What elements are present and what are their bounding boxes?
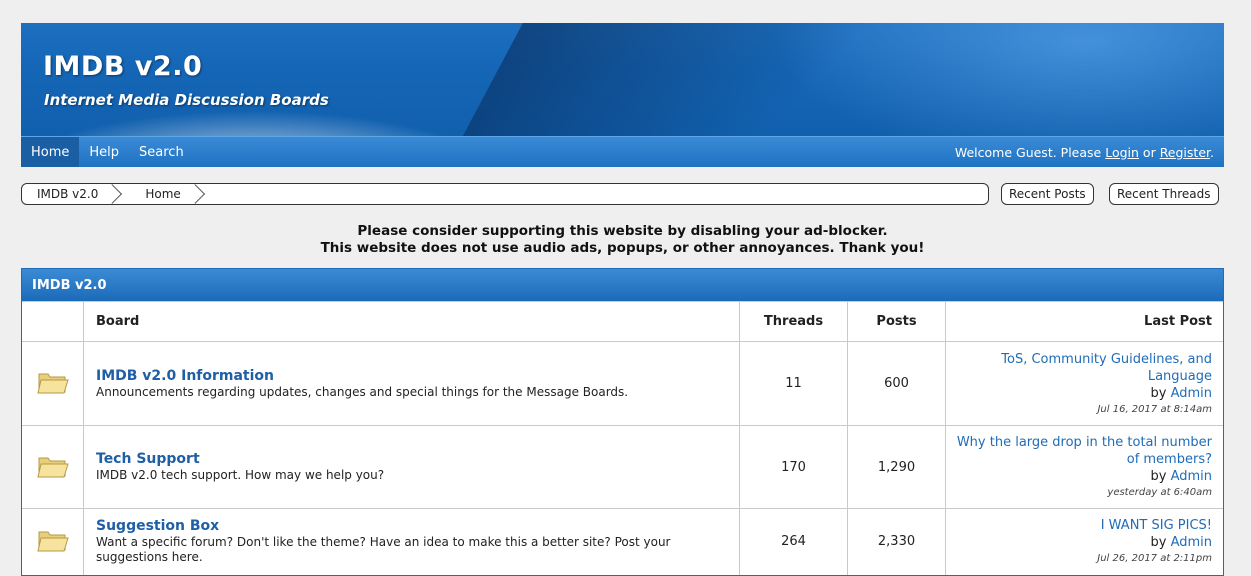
board-description: IMDB v2.0 tech support. How may we help … (96, 468, 385, 482)
notice-line-2: This website does not use audio ads, pop… (320, 240, 925, 256)
table-header-row: Board Threads Posts Last Post (22, 301, 1223, 342)
last-post-link[interactable]: ToS, Community Guidelines, and Language (947, 351, 1212, 385)
adblock-notice: Please consider supporting this website … (21, 223, 1224, 257)
nav-item-home[interactable]: Home (21, 137, 80, 167)
post-count: 1,290 (847, 425, 946, 509)
board-link[interactable]: Tech Support (96, 451, 738, 468)
author-link[interactable]: Admin (1171, 386, 1212, 401)
author-link[interactable]: Admin (1171, 535, 1212, 550)
folder-icon (36, 457, 69, 477)
nav-bar: Home Help Search Welcome Guest. Please L… (21, 136, 1224, 167)
page-wrapper: IMDB v2.0 Internet Media Discussion Boar… (21, 23, 1224, 576)
nav-item-help[interactable]: Help (79, 137, 129, 167)
folder-icon (36, 531, 69, 552)
site-title[interactable]: IMDB v2.0 (43, 51, 202, 82)
icon-column-header (22, 301, 84, 342)
register-link[interactable]: Register (1160, 145, 1210, 160)
breadcrumb-row: IMDB v2.0 Home Recent Posts Recent Threa… (21, 183, 1224, 205)
board-description: Want a specific forum? Don't like the th… (96, 535, 671, 565)
breadcrumb-item-imdb[interactable]: IMDB v2.0 (22, 184, 130, 204)
board-link[interactable]: Suggestion Box (96, 518, 738, 535)
last-post-author: by Admin (1150, 535, 1212, 551)
last-post-date: Jul 26, 2017 at 2:11pm (1097, 553, 1212, 565)
breadcrumb: IMDB v2.0 Home (21, 183, 989, 205)
or-text: or (1138, 144, 1160, 160)
site-subtitle: Internet Media Discussion Boards (44, 91, 329, 109)
forum-category: IMDB v2.0 Board Threads Posts Last Post … (21, 268, 1224, 576)
welcome-suffix: . (1210, 144, 1214, 160)
login-link[interactable]: Login (1105, 145, 1139, 160)
table-row: IMDB v2.0 Information Announcements rega… (22, 341, 1223, 426)
board-description: Announcements regarding updates, changes… (96, 384, 629, 399)
nav-item-search[interactable]: Search (129, 137, 194, 167)
recent-posts-button[interactable]: Recent Posts (1001, 183, 1094, 205)
board-link[interactable]: IMDB v2.0 Information (96, 368, 738, 385)
posts-column-header: Posts (847, 301, 946, 342)
last-post-column-header: Last Post (945, 301, 1223, 342)
thread-count: 11 (739, 341, 848, 426)
last-post-date: yesterday at 6:40am (1107, 487, 1212, 498)
boards-table: Board Threads Posts Last Post IMDB v2.0 … (22, 301, 1223, 575)
welcome-message: Welcome Guest. Please Login or Register. (955, 145, 1224, 160)
chevron-right-icon (185, 184, 205, 204)
threads-column-header: Threads (739, 301, 848, 342)
thread-count: 170 (739, 425, 848, 509)
last-post-author: by Admin (1150, 385, 1212, 401)
post-count: 600 (847, 341, 946, 426)
board-column-header: Board (83, 301, 740, 342)
welcome-text: Welcome Guest. Please (954, 144, 1106, 160)
table-row: Tech Support IMDB v2.0 tech support. How… (22, 425, 1223, 509)
site-banner: IMDB v2.0 Internet Media Discussion Boar… (21, 23, 1224, 136)
recent-threads-button[interactable]: Recent Threads (1109, 183, 1219, 205)
notice-line-1: Please consider supporting this website … (357, 223, 888, 239)
last-post-date: Jul 16, 2017 at 8:14am (1097, 403, 1212, 415)
last-post-link[interactable]: Why the large drop in the total number o… (947, 434, 1212, 468)
breadcrumb-item-home[interactable]: Home (130, 184, 212, 204)
chevron-right-icon (102, 184, 123, 204)
folder-icon (36, 373, 69, 394)
author-link[interactable]: Admin (1171, 469, 1212, 484)
last-post-author: by Admin (1150, 469, 1212, 484)
last-post-link[interactable]: I WANT SIG PICS! (947, 517, 1212, 534)
category-title[interactable]: IMDB v2.0 (22, 269, 1223, 301)
